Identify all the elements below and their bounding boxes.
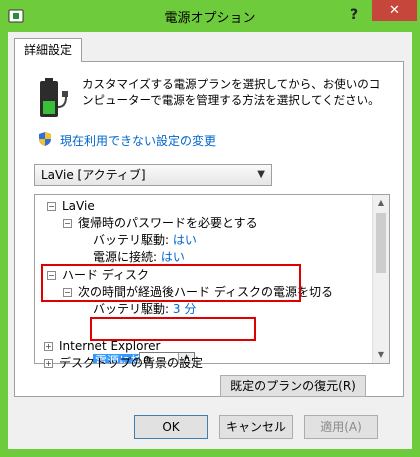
title-bar[interactable]: 電源オプション ? ✕ <box>0 0 420 32</box>
setting-value-link[interactable]: 3 分 <box>173 302 196 316</box>
restore-plan-defaults-button[interactable]: 既定のプランの復元(R) <box>220 375 366 397</box>
change-unavailable-settings-link[interactable]: 現在利用できない設定の変更 <box>60 132 216 149</box>
scroll-thumb[interactable] <box>376 213 386 273</box>
dialog-client-area: 詳細設定 カスタマイズする電源プランを選択してから、お使いのコンピューターで電源… <box>8 32 412 449</box>
highlight-hard-disk <box>41 264 301 302</box>
collapse-icon[interactable]: − <box>63 219 72 228</box>
apply-button[interactable]: 適用(A) <box>304 415 378 439</box>
scroll-down-icon[interactable]: ▼ <box>373 347 389 363</box>
expand-icon[interactable]: + <box>44 359 53 368</box>
power-plan-value: LaVie [アクティブ] <box>41 168 146 182</box>
help-button[interactable]: ? <box>342 4 366 26</box>
description-text: カスタマイズする電源プランを選択してから、お使いのコンピューターで電源を管理する… <box>82 77 381 107</box>
scroll-up-icon[interactable]: ▲ <box>373 195 389 211</box>
collapse-icon[interactable]: − <box>47 202 56 211</box>
tree-item-battery-disk[interactable]: バッテリ駆動: 3 分 <box>93 301 196 318</box>
expand-icon[interactable]: + <box>44 342 53 351</box>
battery-plug-icon <box>40 78 68 117</box>
tree-item-battery-password[interactable]: バッテリ駆動: はい <box>93 232 197 249</box>
cancel-button[interactable]: キャンセル <box>219 415 293 439</box>
tree-item-desktop-background[interactable]: + デスクトップの背景の設定 <box>44 355 203 372</box>
chevron-down-icon: ▼ <box>257 169 265 180</box>
tree-item-password-on-wake[interactable]: − 復帰時のパスワードを必要とする <box>63 215 258 232</box>
tab-advanced-settings[interactable]: 詳細設定 <box>14 38 82 62</box>
power-plan-select[interactable]: LaVie [アクティブ] ▼ <box>34 164 272 186</box>
highlight-plugged-in-setting <box>90 317 256 341</box>
uac-shield-icon <box>39 132 51 146</box>
tree-scrollbar[interactable]: ▲ ▼ <box>372 195 389 363</box>
setting-value-link[interactable]: はい <box>161 250 185 264</box>
setting-value-link[interactable]: はい <box>173 233 197 247</box>
close-button[interactable]: ✕ <box>372 0 417 21</box>
power-options-dialog: 電源オプション ? ✕ 詳細設定 カスタマイズする電源プランを選択してから、お使… <box>0 0 420 457</box>
ok-button[interactable]: OK <box>134 415 208 439</box>
tree-item-lavie[interactable]: − LaVie <box>47 198 95 215</box>
